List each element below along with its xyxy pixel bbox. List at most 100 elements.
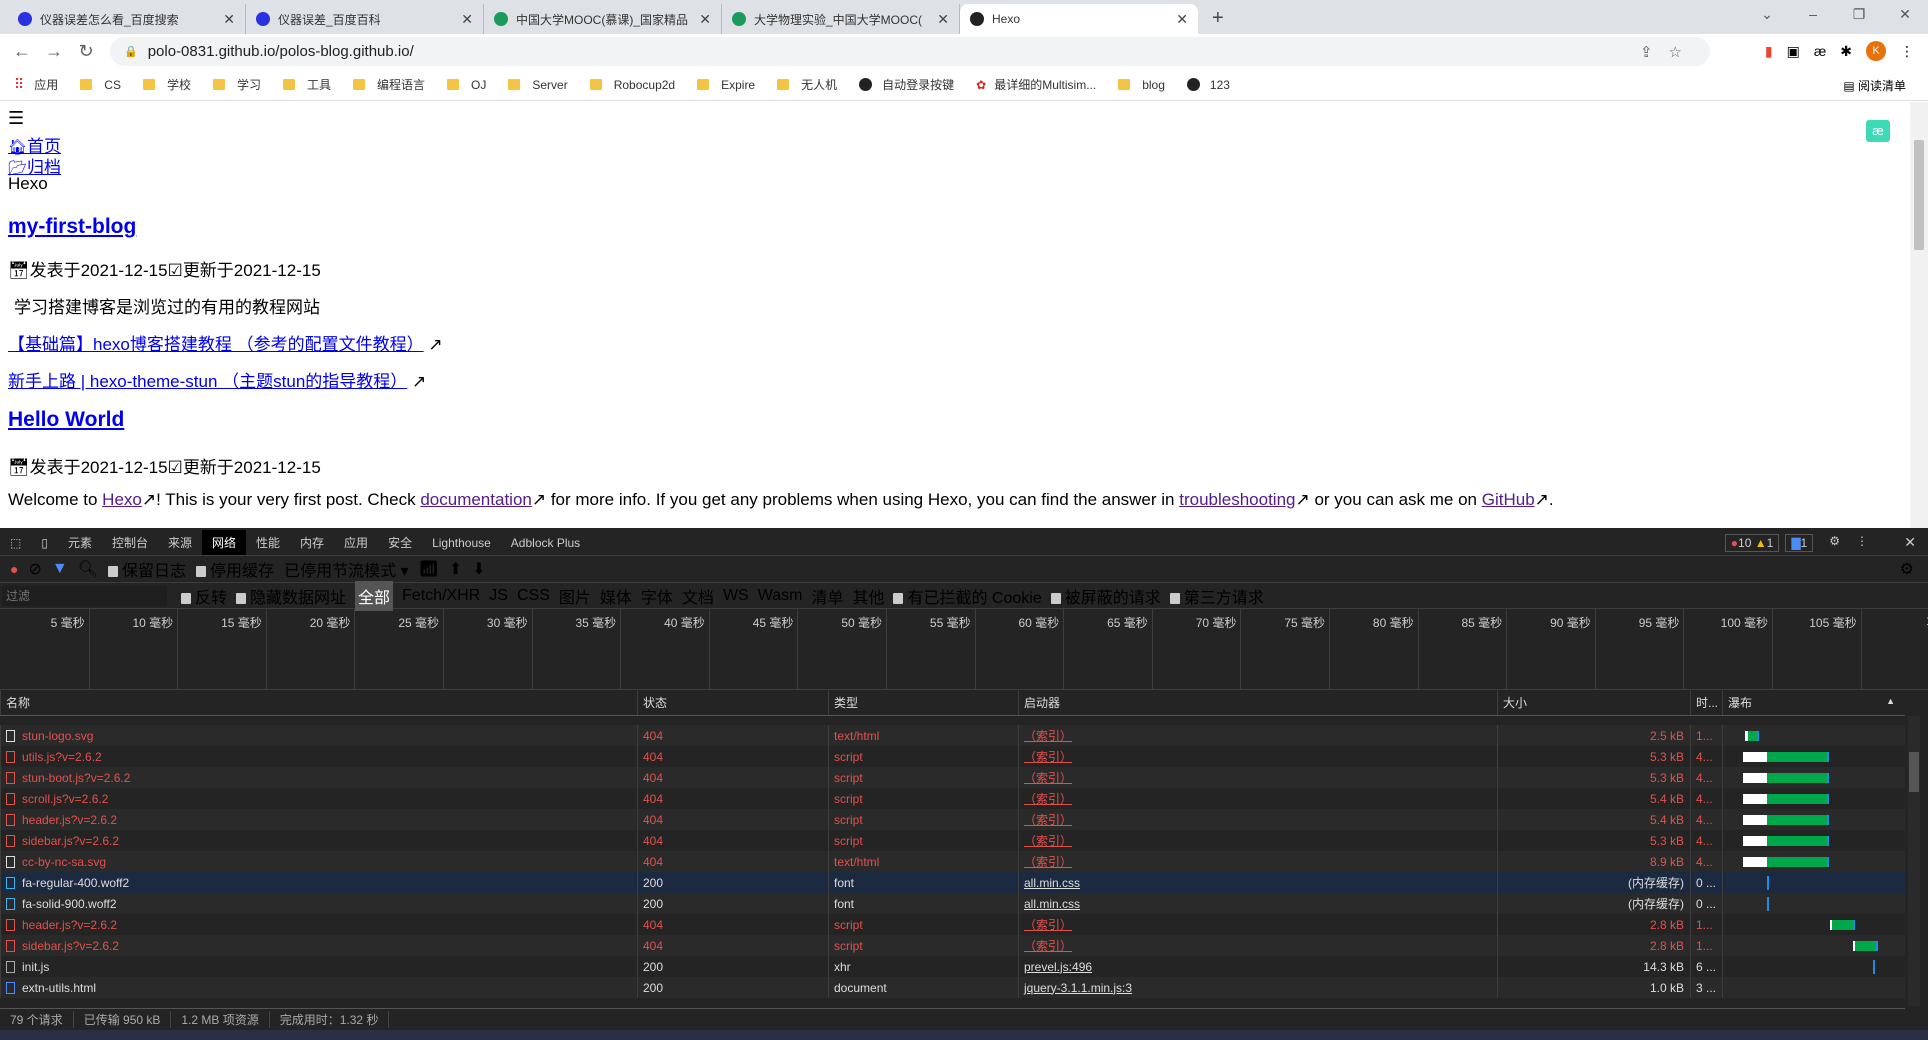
post-title-link[interactable]: Hello World [8,408,124,431]
minimize-button[interactable]: – [1790,0,1836,28]
cell-initiator[interactable]: （索引） [1018,788,1497,809]
close-tab-icon[interactable]: ✕ [461,11,473,28]
forward-button[interactable]: → [38,41,70,62]
hamburger-menu-icon[interactable]: ☰ [8,108,24,129]
browser-tab[interactable]: Hexo ✕ [960,4,1198,34]
bookmark-item[interactable]: OJ [447,78,486,92]
close-tab-icon[interactable]: ✕ [1176,11,1188,28]
column-header[interactable]: 时... [1690,690,1722,715]
inspect-element-icon[interactable]: ⬚ [0,530,31,555]
url-text[interactable]: polo-0831.github.io/polos-blog.github.io… [148,43,414,60]
bookmark-item[interactable]: 编程语言 [353,76,425,93]
network-conditions-icon[interactable]: 📶︎ [419,559,439,579]
page-scrollbar[interactable] [1910,102,1928,528]
avatar[interactable]: K [1866,41,1886,61]
devtools-tab[interactable]: 应用 [334,530,378,555]
close-devtools-icon[interactable]: ✕ [1904,534,1916,551]
bookmark-star-icon[interactable]: ☆ [1669,44,1698,61]
table-scrollbar[interactable] [1908,716,1920,1006]
sort-arrow-icon[interactable]: ▲ [1886,696,1895,706]
cell-initiator[interactable]: （索引） [1018,809,1497,830]
bookmark-item[interactable]: Expire [697,78,755,92]
devtools-tab[interactable]: 网络 [202,530,247,555]
filter-icon[interactable]: ▼ [52,560,68,578]
puzzle-extensions-icon[interactable]: ✱ [1840,43,1852,60]
close-tab-icon[interactable]: ✕ [223,11,235,28]
share-icon[interactable]: ⇪ [1640,44,1669,61]
column-header[interactable]: 大小 [1497,690,1690,715]
new-tab-button[interactable]: + [1212,7,1224,30]
devtools-tab[interactable]: 性能 [246,530,290,555]
record-icon[interactable]: ● [10,561,18,577]
devtools-tab[interactable]: Lighthouse [422,530,501,555]
github-link[interactable]: GitHub [1482,490,1535,509]
devtools-tab[interactable]: 来源 [158,530,202,555]
filter-type-5[interactable]: 媒体 [600,584,632,608]
bookmark-item[interactable]: Server [508,78,568,92]
close-tab-icon[interactable]: ✕ [699,11,711,28]
third-party-checkbox[interactable]: 第三方请求 [1169,584,1264,608]
filter-type-1[interactable]: Fetch/XHR [402,587,480,605]
devtools-tab[interactable]: 内存 [290,530,334,555]
ae-extension-icon[interactable]: æ [1814,43,1826,59]
bookmark-item[interactable]: 123 [1186,78,1230,92]
preserve-log-checkbox[interactable]: 保留日志 [108,557,186,581]
cell-initiator[interactable]: all.min.css [1018,872,1497,893]
column-header[interactable]: 名称 [0,690,637,715]
search-icon[interactable]: 🔍︎ [78,559,98,579]
table-row[interactable]: init.js 200 xhr prevel.js:496 14.3 kB 6 ... [0,956,1905,977]
column-header[interactable]: 启动器 [1018,690,1497,715]
bookmark-item[interactable]: 无人机 [777,76,837,93]
post-title-link[interactable]: my-first-blog [8,215,136,238]
table-row[interactable]: header.js?v=2.6.2 404 script （索引） 5.4 kB 4... [0,809,1905,830]
column-header[interactable]: 状态 [637,690,828,715]
table-row[interactable]: fa-regular-400.woff2 200 font all.min.css (内… [0,872,1905,893]
filter-type-8[interactable]: WS [723,587,749,605]
cell-initiator[interactable]: jquery-3.1.1.min.js:3 [1018,977,1497,998]
documentation-link[interactable]: documentation [420,490,532,509]
filter-input[interactable] [2,585,167,606]
export-har-icon[interactable]: ⬇ [472,559,485,579]
column-header[interactable]: 类型 [828,690,1018,715]
disable-cache-checkbox[interactable]: 停用缓存 [196,557,274,581]
reload-button[interactable]: ↻ [70,41,102,62]
table-row[interactable]: fa-solid-900.woff2 200 font all.min.css (内存缓… [0,893,1905,914]
bookmark-item[interactable]: Robocup2d [589,78,675,92]
tab-search-icon[interactable]: ⌄ [1744,0,1790,28]
menu-kebab-icon[interactable]: ⋮ [1900,43,1914,60]
bookmark-item[interactable]: 自动登录按键 [859,76,954,93]
office-extension-icon[interactable]: ▮ [1765,43,1773,60]
cell-initiator[interactable]: （索引） [1018,830,1497,851]
table-row[interactable]: sidebar.js?v=2.6.2 404 script （索引） 2.8 kB 1..… [0,935,1905,956]
table-row[interactable]: utils.js?v=2.6.2 404 script （索引） 5.3 kB 4... [0,746,1905,767]
devtools-tab[interactable]: 安全 [378,530,422,555]
column-header[interactable]: 瀑布 [1722,690,1905,715]
table-row[interactable]: stun-boot.js?v=2.6.2 404 script （索引） 5.3 kB 4… [0,767,1905,788]
table-row[interactable]: scroll.js?v=2.6.2 404 script （索引） 5.4 kB 4... [0,788,1905,809]
cell-initiator[interactable]: （索引） [1018,935,1497,956]
device-toolbar-icon[interactable]: ▯ [31,530,58,555]
devtools-tab[interactable]: 元素 [58,530,102,555]
bookmark-item[interactable]: 工具 [282,76,331,93]
ae-extension-badge-icon[interactable]: æ [1866,120,1890,142]
troubleshooting-link[interactable]: troubleshooting [1179,490,1295,509]
filter-type-7[interactable]: 文档 [682,584,714,608]
table-row[interactable]: stun-logo.svg 404 text/html （索引） 2.5 kB 1... [0,725,1905,746]
filter-type-4[interactable]: 图片 [559,584,591,608]
filter-type-2[interactable]: JS [489,587,508,605]
table-row[interactable]: cc-by-nc-sa.svg 404 text/html （索引） 8.9 kB 4..… [0,851,1905,872]
network-settings-icon[interactable]: ⚙ [1900,559,1914,579]
browser-tab[interactable]: 仪器误差怎么看_百度搜索 ✕ [8,4,246,34]
cell-initiator[interactable]: （索引） [1018,725,1497,746]
throttle-select[interactable]: 已停用节流模式 ▾ [284,557,409,581]
clear-icon[interactable]: ⊘ [28,559,41,579]
extension-icon[interactable]: ▣ [1787,43,1800,60]
cell-initiator[interactable]: （索引） [1018,851,1497,872]
browser-tab[interactable]: 中国大学MOOC(慕课)_国家精品 ✕ [484,4,722,34]
bookmark-item[interactable]: blog [1118,78,1165,92]
cell-initiator[interactable]: （索引） [1018,767,1497,788]
filter-type-6[interactable]: 字体 [641,584,673,608]
filter-type-9[interactable]: Wasm [758,587,803,605]
filter-type-0[interactable]: 全部 [355,580,394,611]
bookmark-item[interactable]: CS [80,78,121,92]
